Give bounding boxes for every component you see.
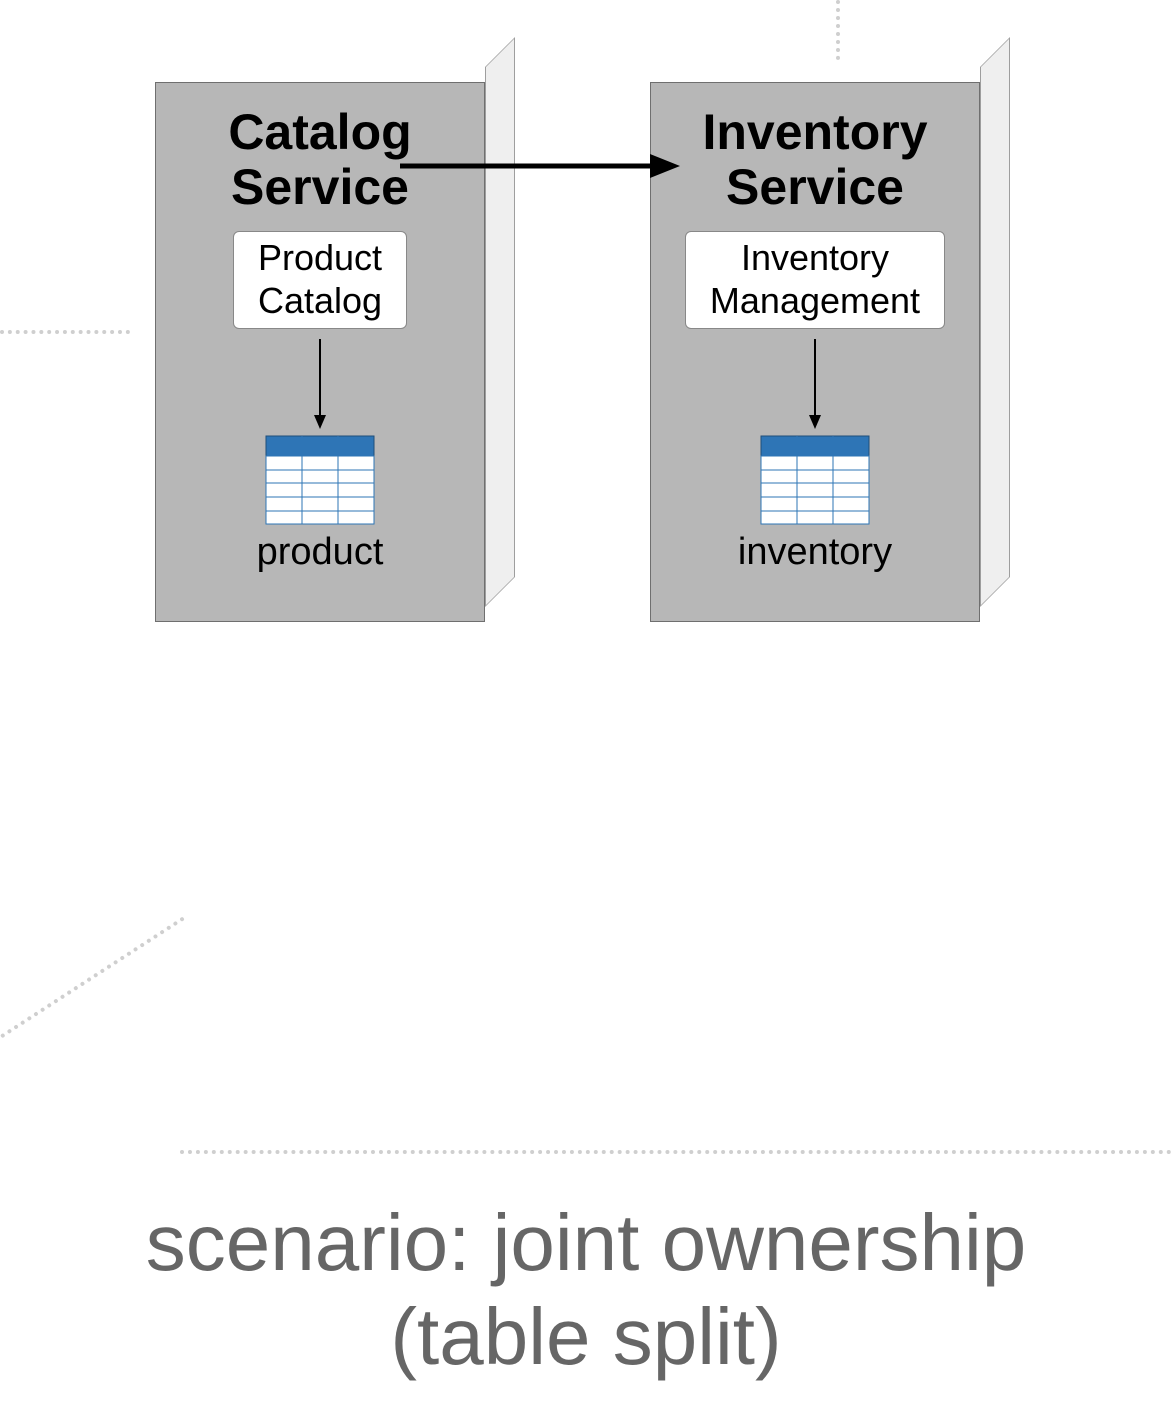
title-line-2: Service xyxy=(231,159,409,215)
caption-line-2: (table split) xyxy=(390,1292,781,1381)
title-line-1: Catalog xyxy=(228,104,411,160)
inventory-service-block: Inventory Service Inventory Management i… xyxy=(650,82,980,622)
left-dotted-line xyxy=(0,330,130,334)
database-table-icon xyxy=(760,435,870,525)
sub-line-2: Catalog xyxy=(258,280,382,321)
inventory-service-title: Inventory Service xyxy=(702,105,927,215)
title-line-1: Inventory xyxy=(702,104,927,160)
bottom-dotted-line xyxy=(180,1150,1172,1154)
block-side-face xyxy=(980,37,1010,607)
catalog-service-title: Catalog Service xyxy=(228,105,411,215)
arrow-right-icon xyxy=(400,152,680,180)
sub-line-1: Inventory xyxy=(741,237,889,278)
diagonal-dotted-line xyxy=(0,916,185,1038)
block-side-face xyxy=(485,37,515,607)
diagram-caption: scenario: joint ownership (table split) xyxy=(0,1196,1172,1385)
caption-line-1: scenario: joint ownership xyxy=(146,1198,1026,1287)
block-front-face: Inventory Service Inventory Management i… xyxy=(650,82,980,622)
database-table-icon xyxy=(265,435,375,525)
title-line-2: Service xyxy=(726,159,904,215)
sub-line-2: Management xyxy=(710,280,920,321)
arrow-down-icon xyxy=(310,339,330,429)
top-dotted-line xyxy=(836,0,840,60)
product-catalog-box: Product Catalog xyxy=(233,231,407,329)
sub-line-1: Product xyxy=(258,237,382,278)
inventory-table-label: inventory xyxy=(738,531,892,574)
product-table-label: product xyxy=(257,531,384,574)
inventory-management-box: Inventory Management xyxy=(685,231,945,329)
arrow-down-icon xyxy=(805,339,825,429)
